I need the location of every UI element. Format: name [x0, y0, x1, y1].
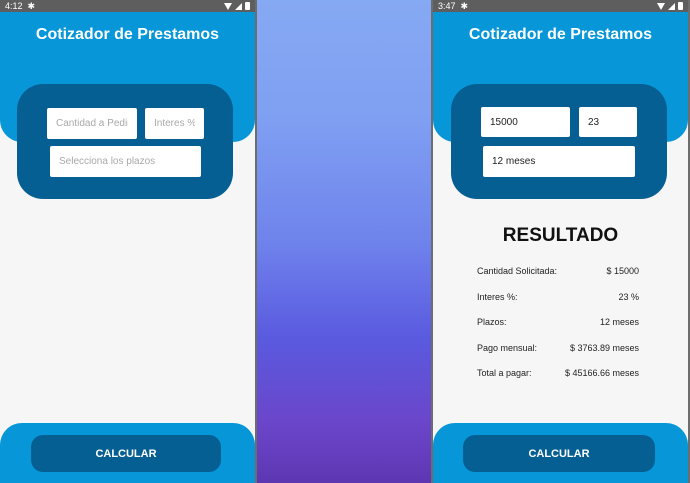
loan-form-card: [17, 84, 233, 199]
screenshot-stage: 4:12 ✱ Cotizador de Prestamos CALCULAR 3…: [0, 0, 690, 483]
wallpaper-background: [257, 0, 431, 483]
wifi-icon: [224, 2, 232, 10]
result-value: $ 15000: [606, 266, 639, 276]
interest-rate-input[interactable]: [145, 108, 204, 139]
result-label: Cantidad Solicitada:: [477, 266, 558, 276]
status-time: 4:12: [5, 1, 23, 11]
result-label: Interes %:: [477, 292, 518, 302]
result-row-monthly-payment: Pago mensual: $ 3763.89 meses: [477, 343, 639, 353]
gear-icon: ✱: [27, 0, 36, 11]
signal-icon: [235, 2, 242, 10]
result-value: $ 3763.89 meses: [569, 343, 639, 353]
status-time: 3:47: [438, 1, 456, 11]
phone-screen-result: 3:47 ✱ Cotizador de Prestamos RESULTADO …: [433, 0, 688, 483]
result-value: 23 %: [618, 292, 639, 302]
signal-icon: [668, 2, 675, 10]
result-value: 12 meses: [599, 317, 639, 327]
status-icons: [657, 2, 683, 10]
result-label: Total a pagar:: [477, 368, 532, 378]
status-icons: [224, 2, 250, 10]
calculate-button[interactable]: CALCULAR: [31, 435, 221, 472]
result-value: $ 45166.66 meses: [564, 368, 639, 378]
result-label: Pago mensual:: [477, 343, 538, 353]
battery-icon: [245, 2, 250, 10]
gear-icon: ✱: [460, 0, 469, 11]
result-heading: RESULTADO: [502, 225, 619, 246]
calculate-button[interactable]: CALCULAR: [463, 435, 655, 472]
terms-select[interactable]: [483, 146, 635, 177]
result-row-interest: Interes %: 23 %: [477, 292, 639, 302]
result-row-terms: Plazos: 12 meses: [477, 317, 639, 327]
result-row-amount: Cantidad Solicitada: $ 15000: [477, 266, 639, 276]
app-title: Cotizador de Prestamos: [35, 26, 220, 43]
status-bar: 3:47 ✱: [433, 0, 688, 12]
status-bar: 4:12 ✱: [0, 0, 255, 12]
amount-input[interactable]: [481, 107, 570, 137]
amount-input[interactable]: [47, 108, 137, 139]
result-label: Plazos:: [477, 317, 507, 327]
terms-select[interactable]: [50, 146, 201, 177]
battery-icon: [678, 2, 683, 10]
loan-form-card: [451, 84, 667, 199]
interest-rate-input[interactable]: [579, 107, 637, 137]
app-title: Cotizador de Prestamos: [468, 26, 653, 43]
phone-screen-empty: 4:12 ✱ Cotizador de Prestamos CALCULAR: [0, 0, 255, 483]
wifi-icon: [657, 2, 665, 10]
result-row-total: Total a pagar: $ 45166.66 meses: [477, 368, 639, 378]
